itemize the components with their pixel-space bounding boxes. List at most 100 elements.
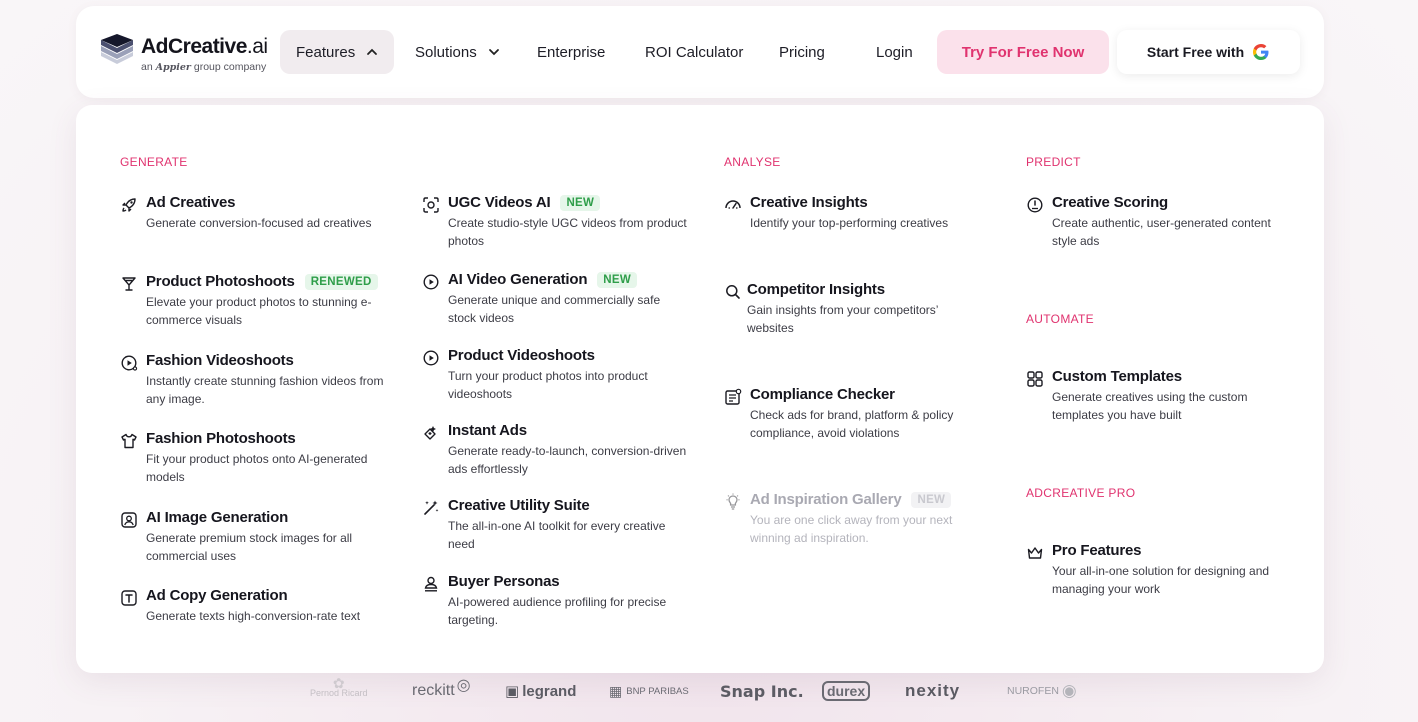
nav-pricing-label: Pricing (779, 43, 825, 61)
item-title: Fashion Photoshoots (146, 430, 296, 447)
item-title: Fashion Videoshoots (146, 352, 294, 369)
item-title: Ad Inspiration Gallery (750, 491, 902, 508)
brand-logo-snap: Snap Inc. (720, 678, 804, 704)
item-description: Your all-in-one solution for designing a… (1052, 564, 1270, 596)
google-g-icon (1253, 44, 1269, 60)
logo-tagline: an Appier group company (141, 61, 267, 73)
brand-name: NUROFEN (1007, 685, 1059, 697)
renewed-badge: RENEWED (304, 273, 378, 290)
item-title: Buyer Personas (448, 573, 560, 590)
nav-login[interactable]: Login (876, 30, 913, 74)
nav-features[interactable]: Features (280, 30, 395, 74)
brand-logo-legrand: ▣ legrand (505, 678, 576, 704)
section-heading-predict: PREDICT (1026, 155, 1081, 169)
nav-roi-label: ROI Calculator (645, 43, 744, 61)
pernod-ricard-logo-icon: ✿ (332, 675, 345, 691)
item-title: Compliance Checker (750, 386, 895, 403)
brand-logo-nurofen: NUROFEN ◉ (1007, 678, 1077, 704)
item-title: Creative Insights (750, 194, 868, 211)
new-badge: NEW (560, 194, 601, 211)
brand-name: nexity (905, 681, 961, 700)
item-description: Identify your top-performing creatives (750, 216, 949, 230)
start-free-label: Start Free with (1146, 44, 1245, 60)
play-circle-icon (423, 350, 439, 366)
nav-enterprise[interactable]: Enterprise (537, 30, 605, 74)
nav-solutions-label: Solutions (415, 43, 477, 61)
logo-layers-icon (101, 34, 133, 64)
item-title: Product Photoshoots (146, 273, 295, 290)
nav-enterprise-label: Enterprise (537, 43, 606, 61)
item-description: Create authentic, user-generated content… (1052, 216, 1271, 248)
nav-pricing[interactable]: Pricing (779, 30, 825, 74)
start-free-google-button[interactable]: Start Free with (1117, 30, 1300, 74)
nav-login-label: Login (876, 43, 913, 61)
search-icon (726, 285, 740, 299)
item-title: AI Video Generation (448, 271, 588, 288)
brand-logo-nexity: nexity (905, 678, 960, 704)
brand-name: legrand (522, 682, 577, 700)
bnp-paribas-mark-icon: ▦ (609, 682, 623, 699)
cocktail-glass-icon (122, 277, 136, 291)
rocket-icon (122, 198, 136, 212)
new-badge: NEW (911, 491, 952, 508)
item-title: Competitor Insights (747, 281, 885, 298)
item-description: AI-powered audience profiling for precis… (448, 595, 667, 627)
templates-grid-icon (1027, 371, 1043, 387)
item-description: Generate creatives using the custom temp… (1052, 390, 1248, 422)
gauge-icon (725, 200, 741, 209)
nav-solutions[interactable]: Solutions (415, 30, 500, 74)
checklist-icon (725, 388, 742, 405)
item-title: Creative Scoring (1052, 194, 1169, 211)
item-title: Product Videoshoots (448, 347, 595, 364)
crown-icon (1027, 547, 1043, 559)
item-description: Create studio-style UGC videos from prod… (448, 216, 687, 248)
item-description: Instantly create stunning fashion videos… (146, 374, 384, 406)
persona-icon (424, 576, 438, 592)
lightbulb-icon (726, 493, 740, 510)
brand-name: Pernod Ricard (310, 688, 368, 698)
item-description: Generate unique and commercially safe st… (448, 293, 661, 325)
brand-name: durex (822, 681, 871, 701)
item-description: Gain insights from your competitors’ web… (747, 303, 938, 335)
brand-logo-reckitt: reckitt ◎ (412, 677, 471, 704)
try-for-free-button[interactable]: Try For Free Now (937, 30, 1109, 74)
image-person-icon (121, 512, 137, 528)
item-description: The all-in-one AI toolkit for every crea… (448, 519, 666, 551)
item-description: Generate ready-to-launch, conversion-dri… (448, 444, 687, 476)
section-heading-automate: AUTOMATE (1026, 312, 1094, 326)
play-circle-icon (423, 274, 439, 290)
item-description: Elevate your product photos to stunning … (146, 295, 372, 327)
brand-logo-bnp-paribas: ▦ BNP PARIBAS (609, 678, 689, 704)
item-description: Check ads for brand, platform & policy c… (750, 408, 954, 440)
item-description: Generate conversion-focused ad creatives (146, 216, 372, 230)
logo-wordmark: AdCreative.ai (141, 35, 268, 58)
item-title: Custom Templates (1052, 368, 1182, 385)
chevron-up-icon (367, 48, 378, 55)
chevron-down-icon (488, 49, 499, 56)
item-title: Pro Features (1052, 542, 1142, 559)
item-description: Turn your product photos into product vi… (448, 369, 648, 401)
nurofen-target-icon: ◉ (1061, 681, 1077, 700)
magic-wand-icon (424, 500, 439, 515)
top-navigation: AdCreative.ai an Appier group company Fe… (76, 6, 1324, 98)
item-description: Fit your product photos onto AI-generate… (146, 452, 368, 484)
brand-name: Snap Inc. (720, 681, 804, 701)
legrand-mark-icon: ▣ (505, 683, 520, 700)
instant-spark-icon (424, 426, 436, 440)
brand-name: reckitt (412, 682, 455, 699)
reckitt-swirl-icon: ◎ (456, 677, 471, 694)
tshirt-icon (121, 433, 137, 449)
brand-name: BNP PARIBAS (626, 685, 689, 697)
item-description: You are one click away from your next wi… (750, 513, 953, 545)
score-dial-icon (1027, 197, 1043, 213)
nav-roi-calculator[interactable]: ROI Calculator (645, 30, 743, 74)
item-title: Instant Ads (448, 422, 527, 439)
section-heading-analyse: ANALYSE (724, 155, 781, 169)
brand-logo-durex: durex (822, 678, 871, 704)
nav-features-label: Features (296, 43, 356, 61)
item-title: Creative Utility Suite (448, 497, 590, 514)
logo[interactable]: AdCreative.ai an Appier group company (100, 30, 270, 78)
focus-scan-icon (423, 197, 439, 213)
features-dropdown-panel: GENERATE ANALYSE PREDICT AUTOMATE ADCREA… (76, 105, 1324, 673)
new-badge: NEW (597, 271, 638, 288)
